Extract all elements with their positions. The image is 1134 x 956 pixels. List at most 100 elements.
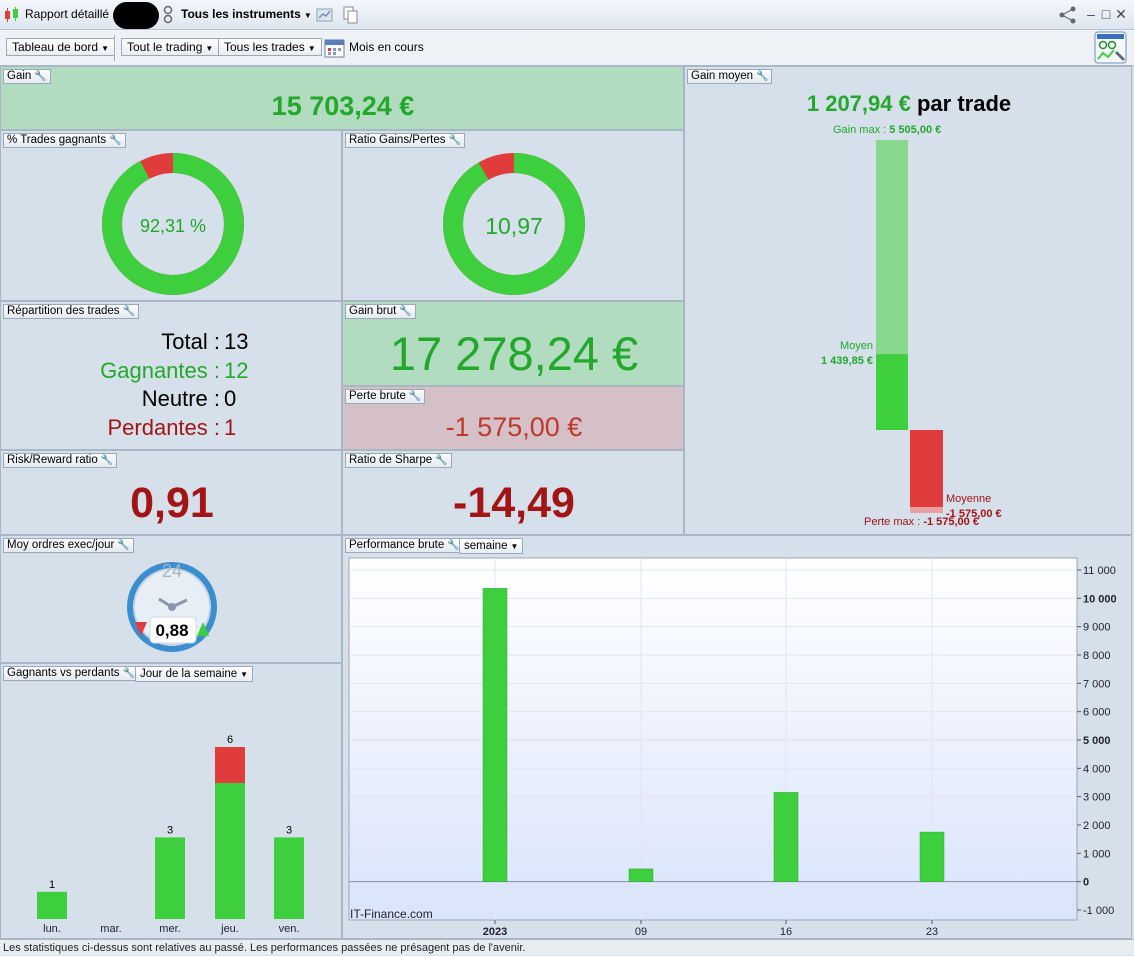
- win-bar-2: [155, 837, 185, 919]
- gross-performance-chart: 11 000 10 000 9 000 8 000 7 000 6 000 5 000 4 0…: [348, 557, 1117, 938]
- total-label: Total :: [161, 329, 220, 354]
- copy-icon[interactable]: [343, 6, 359, 24]
- x-tick-label: 23: [926, 926, 938, 938]
- max-loss-label-text: Perte max :: [864, 516, 921, 528]
- gross-gain-value: 17 278,24 €: [389, 327, 639, 380]
- trade-distribution-title[interactable]: Répartition des trades 🔧: [3, 304, 139, 319]
- losers-value: 1: [224, 415, 237, 440]
- winners-label: Gagnantes :: [100, 358, 220, 383]
- winners-vs-losers-panel: Gagnants vs perdants 🔧 Jour de la semaine…: [0, 663, 342, 939]
- x-tick-label: 09: [635, 926, 647, 938]
- gain-loss-ratio-panel: Ratio Gains/Pertes 🔧 10,97: [342, 130, 684, 301]
- gross-performance-panel: Performance brute 🔧 semaine ▼ 11 000 10 000…: [342, 535, 1132, 939]
- y-tick-label: 2 000: [1083, 820, 1111, 832]
- gross-loss-title[interactable]: Perte brute 🔧: [345, 389, 426, 404]
- y-tick-label: 10 000: [1083, 593, 1117, 605]
- orders-per-day-panel: Moy ordres exec/jour 🔧 24 0,88: [0, 535, 342, 663]
- day-tick-label: lun.: [43, 923, 61, 935]
- y-tick-label: 1 000: [1083, 848, 1111, 860]
- trade-distribution-panel: Répartition des trades 🔧 Total : 13 Gagna…: [0, 301, 342, 450]
- y-tick-label: 0: [1083, 877, 1089, 889]
- link-icon[interactable]: [163, 5, 173, 25]
- gain-value: 15 703,24 €: [271, 91, 415, 121]
- sharpe-ratio-value: -14,49: [453, 479, 575, 527]
- y-tick-label: 11 000: [1083, 565, 1116, 577]
- day-tick-label: jeu.: [220, 923, 239, 935]
- sharpe-ratio-title[interactable]: Ratio de Sharpe 🔧: [345, 453, 452, 468]
- wrench-icon[interactable]: 🔧: [123, 305, 135, 318]
- toolbar: Tableau de bord ▼ Tout le trading ▼ Tous l…: [0, 30, 1134, 66]
- average-win-label: Moyen: [839, 340, 873, 352]
- gain-title[interactable]: Gain 🔧: [3, 69, 51, 84]
- y-tick-label: 7 000: [1083, 678, 1111, 690]
- period-selector[interactable]: Mois en cours: [349, 40, 424, 54]
- redacted-area: [113, 2, 159, 29]
- dashboard-dropdown[interactable]: Tableau de bord ▼: [6, 38, 115, 56]
- wrench-icon[interactable]: 🔧: [409, 390, 421, 403]
- neutral-value: 0: [224, 386, 237, 411]
- losers-label: Perdantes :: [107, 415, 220, 440]
- orders-per-day-title[interactable]: Moy ordres exec/jour 🔧: [3, 538, 134, 553]
- max-loss-label: Perte max : -1 575,00 €: [864, 516, 979, 528]
- average-win-value: 1 439,85 €: [821, 355, 873, 367]
- win-bar-3: [215, 783, 245, 919]
- bar-total-label: 1: [49, 879, 55, 891]
- share-icon[interactable]: [1058, 6, 1078, 24]
- total-value: 13: [224, 329, 249, 354]
- risk-reward-title[interactable]: Risk/Reward ratio 🔧: [3, 453, 118, 468]
- gain-loss-ratio-title[interactable]: Ratio Gains/Pertes 🔧: [345, 133, 465, 148]
- instrument-selector[interactable]: Tous les instruments ▼: [181, 7, 312, 21]
- average-loss-label: Moyenne: [946, 493, 992, 505]
- gross-gain-panel: Gain brut 🔧 17 278,24 €: [342, 301, 684, 386]
- win-bar-4: [274, 837, 304, 919]
- report-title: Rapport détaillé: [25, 7, 110, 21]
- y-tick-label: 4 000: [1083, 763, 1111, 775]
- performance-bar: [482, 588, 508, 882]
- neutral-label: Neutre :: [141, 386, 220, 411]
- average-gain-bars: [876, 140, 943, 513]
- trading-dropdown[interactable]: Tout le trading ▼: [121, 38, 220, 56]
- day-tick-label: mar.: [100, 923, 121, 935]
- day-tick-label: mer.: [159, 923, 180, 935]
- calendar-icon[interactable]: [324, 37, 346, 59]
- clock-label: 24: [161, 561, 183, 581]
- win-percentage-panel: % Trades gagnants 🔧 92,31 %: [0, 130, 342, 301]
- chart-window-icon[interactable]: [316, 7, 334, 23]
- watermark: IT-Finance.com: [350, 907, 433, 921]
- plot-area: [348, 557, 1078, 921]
- disclaimer-footer: Les statistiques ci-dessus sont relative…: [0, 939, 1134, 955]
- y-tick-label: 6 000: [1083, 707, 1111, 719]
- wrench-icon[interactable]: 🔧: [109, 134, 121, 147]
- wrench-icon[interactable]: 🔧: [435, 454, 447, 467]
- performance-bar: [628, 868, 654, 882]
- sharpe-ratio-panel: Ratio de Sharpe 🔧 -14,49: [342, 450, 684, 535]
- x-tick-label: 16: [780, 926, 792, 938]
- wrench-icon[interactable]: 🔧: [34, 70, 46, 83]
- loss-bar-3: [215, 747, 245, 783]
- y-tick-label: 5 000: [1083, 735, 1111, 747]
- winners-vs-losers-chart: 1 lun. mar. 3 mer. 6 jeu. 3 ven.: [37, 734, 304, 935]
- gross-loss-value: -1 575,00 €: [445, 412, 583, 442]
- minimize-icon[interactable]: –: [1084, 6, 1098, 22]
- dashboard-settings-icon[interactable]: [1094, 31, 1128, 64]
- trades-dropdown[interactable]: Tous les trades ▼: [218, 38, 322, 56]
- y-tick-label: 3 000: [1083, 792, 1111, 804]
- average-gain-panel: Gain moyen 🔧 1 207,94 € par trade Gain ma…: [684, 66, 1132, 535]
- bar-total-label: 3: [167, 824, 173, 836]
- maximize-icon[interactable]: □: [1099, 6, 1113, 22]
- x-tick-label: 2023: [483, 926, 507, 938]
- close-icon[interactable]: ✕: [1114, 6, 1128, 22]
- average-loss-bar: [910, 430, 943, 507]
- wrench-icon[interactable]: 🔧: [117, 539, 129, 552]
- gross-gain-title[interactable]: Gain brut 🔧: [345, 304, 416, 319]
- performance-bar: [919, 831, 945, 882]
- wrench-icon[interactable]: 🔧: [101, 454, 113, 467]
- bar-total-label: 3: [286, 824, 292, 836]
- wrench-icon[interactable]: 🔧: [399, 305, 411, 318]
- gain-panel: Gain 🔧 15 703,24 €: [0, 66, 684, 130]
- win-percentage-title[interactable]: % Trades gagnants 🔧: [3, 133, 126, 148]
- candlestick-icon: [5, 7, 18, 22]
- toolbar-divider: [114, 35, 115, 61]
- wrench-icon[interactable]: 🔧: [449, 134, 461, 147]
- y-tick-label: -1 000: [1083, 905, 1114, 917]
